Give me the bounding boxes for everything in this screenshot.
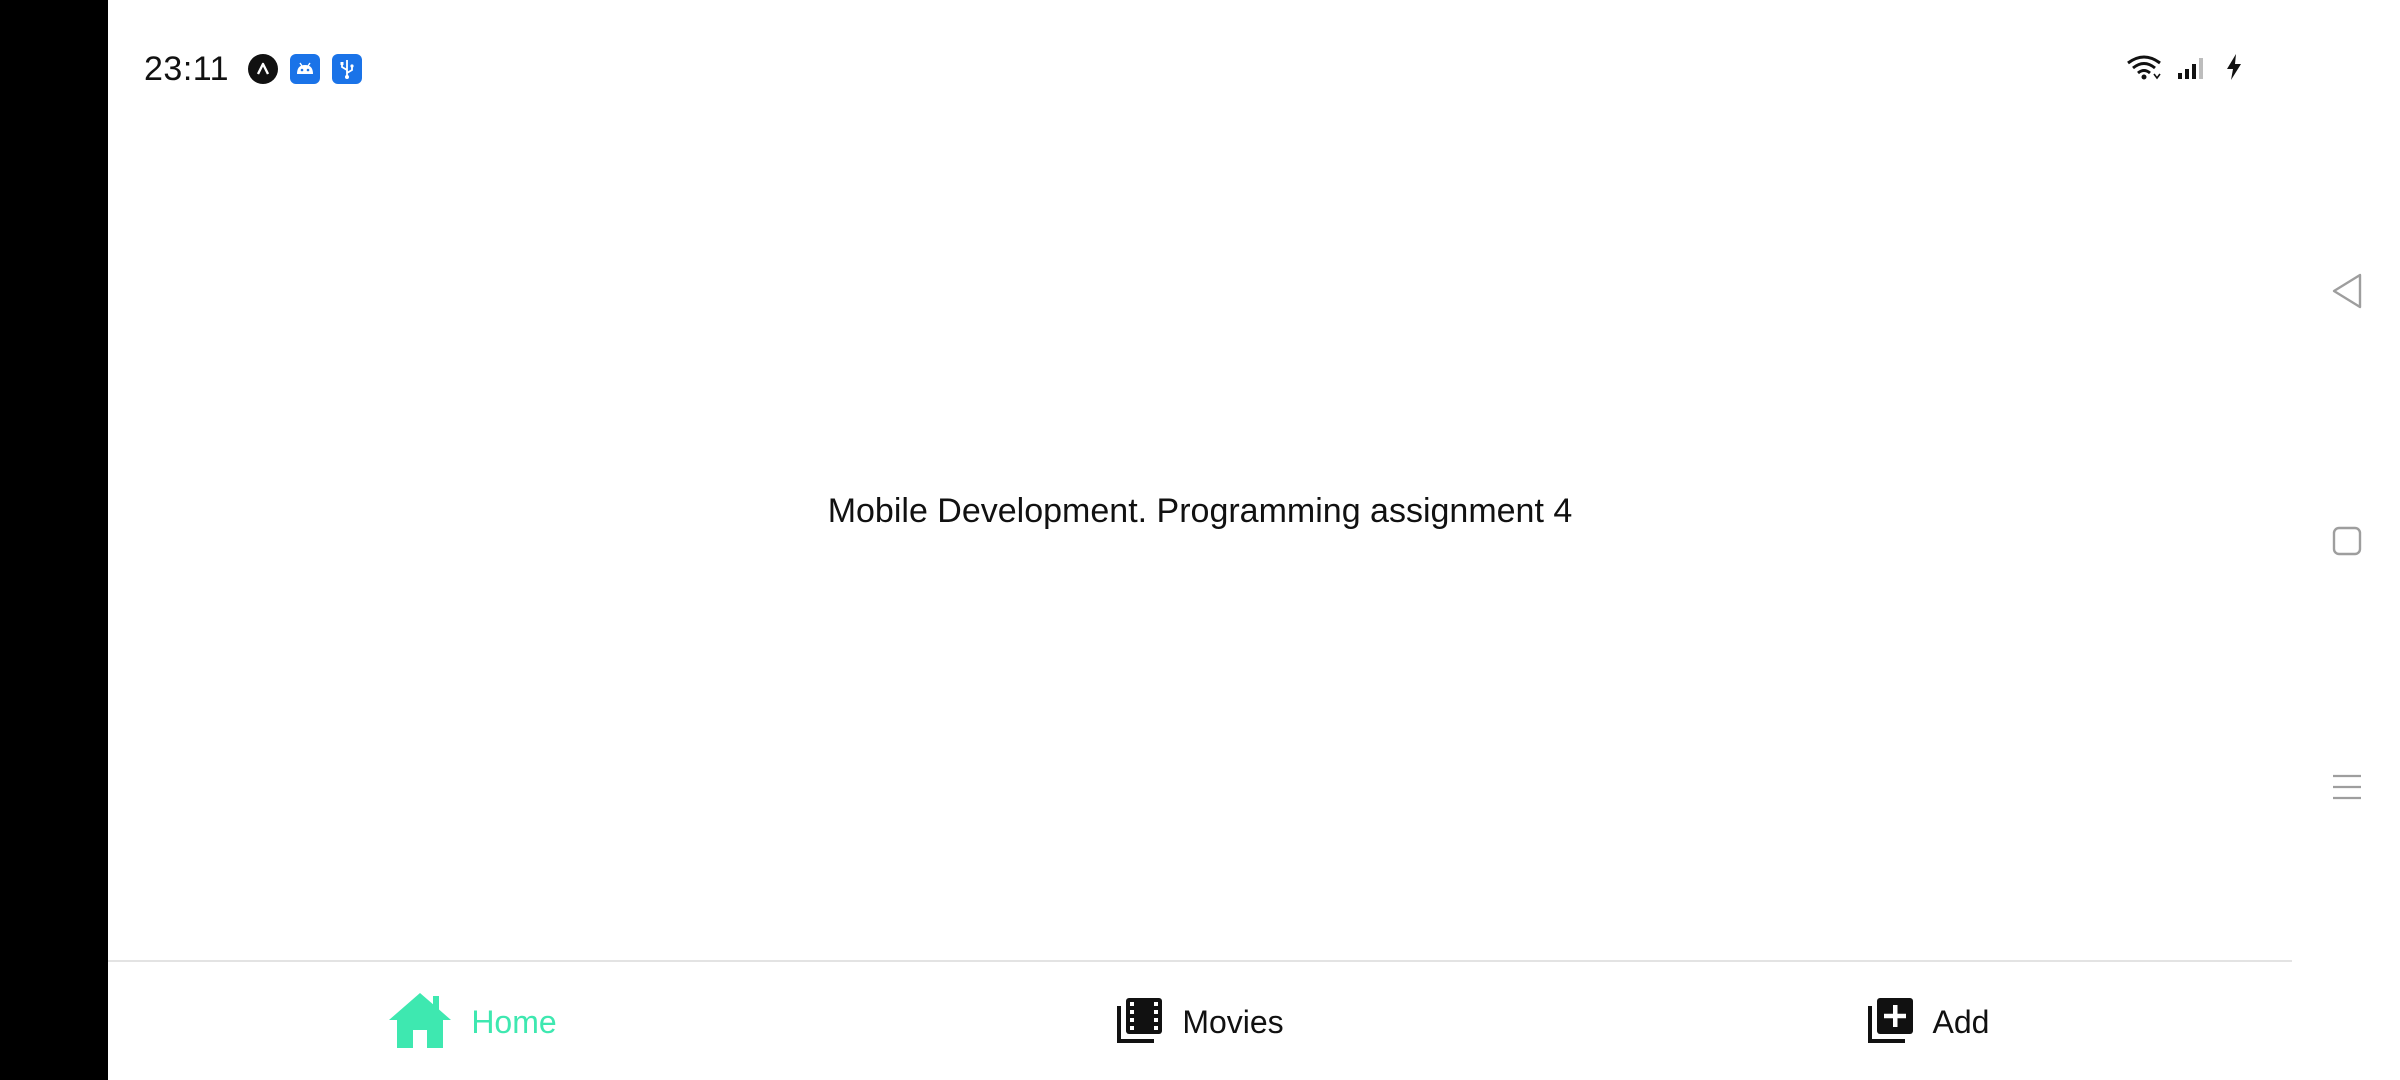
add-icon — [1867, 996, 1915, 1049]
camera-cutout-area — [0, 0, 108, 1080]
wifi-icon — [2126, 54, 2162, 85]
tab-add-label: Add — [1932, 1003, 1990, 1040]
app-notification-icon — [248, 54, 278, 84]
tab-movies-label: Movies — [1182, 1003, 1284, 1040]
android-icon — [290, 54, 320, 84]
signal-icon — [2176, 54, 2210, 85]
assignment-title: Mobile Development. Programming assignme… — [827, 491, 1573, 530]
menu-icon[interactable] — [2322, 762, 2372, 812]
usb-icon — [332, 54, 362, 84]
navigation-keys — [2292, 0, 2400, 1080]
status-bar: 23:11 — [108, 40, 2244, 98]
tab-home[interactable]: Home — [108, 962, 836, 1080]
bottom-tab-bar: Home Movies Add — [108, 960, 2292, 1080]
system-icons — [2126, 53, 2244, 86]
status-clock: 23:11 — [144, 49, 230, 88]
home-icon — [387, 990, 453, 1055]
tab-add[interactable]: Add — [1564, 962, 2292, 1080]
tab-movies[interactable]: Movies — [836, 962, 1564, 1080]
main-content: Mobile Development. Programming assignme… — [108, 98, 2292, 960]
tab-home-label: Home — [471, 1003, 557, 1040]
back-icon[interactable] — [2322, 266, 2372, 316]
movies-icon — [1116, 996, 1164, 1049]
charging-icon — [2224, 53, 2244, 86]
screen: 23:11 Mobile Development. Programming as… — [0, 0, 2400, 1080]
notification-icons — [248, 54, 362, 84]
home-square-icon[interactable] — [2322, 516, 2372, 566]
